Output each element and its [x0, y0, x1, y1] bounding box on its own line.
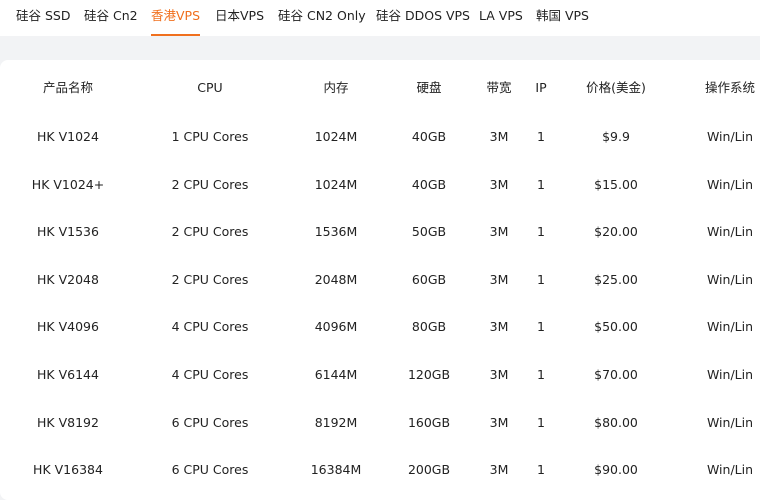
cell-disk: 200GB — [407, 462, 451, 478]
product-tabs: 硅谷 SSD 硅谷 Cn2 香港VPS 日本VPS 硅谷 CN2 Only 硅谷 DDOS… — [0, 0, 760, 36]
cell-disk: 50GB — [411, 224, 447, 240]
cell-memory: 8192M — [314, 414, 358, 430]
pricing-table: 产品名称 CPU 内存 硬盘 带宽 IP 价格(美金) 操作系统 HK V1024 1 CPU C… — [0, 60, 760, 500]
cell-price: $15.00 — [594, 176, 638, 192]
cell-memory: 1536M — [314, 224, 358, 240]
cell-price: $9.9 — [602, 129, 630, 144]
cell-os: Win/Lin — [706, 367, 754, 382]
cell-cpu: 2 CPU Cores — [171, 224, 249, 240]
cell-product-name: HK V16384 — [33, 462, 103, 478]
header-ip: IP — [535, 80, 547, 95]
cell-cpu: 6 CPU Cores — [171, 414, 249, 430]
cell-bandwidth: 3M — [489, 271, 509, 287]
cell-cpu: 1 CPU Cores — [171, 129, 249, 144]
cell-ip: 1 — [537, 224, 545, 240]
cell-product-name: HK V1536 — [37, 224, 99, 240]
cell-price: $70.00 — [594, 367, 638, 382]
cell-memory: 1024M — [314, 176, 358, 192]
header-price: 价格(美金) — [586, 80, 646, 95]
cell-os: Win/Lin — [706, 176, 754, 192]
header-disk: 硬盘 — [416, 80, 442, 95]
cell-price: $90.00 — [594, 462, 638, 478]
cell-product-name: HK V8192 — [37, 414, 99, 430]
header-os: 操作系统 — [704, 80, 756, 95]
cell-cpu: 2 CPU Cores — [171, 271, 249, 287]
tab-silicon-valley-cn2-only[interactable]: 硅谷 CN2 Only — [278, 0, 366, 36]
cell-os: Win/Lin — [706, 129, 754, 144]
cell-ip: 1 — [537, 367, 545, 382]
cell-bandwidth: 3M — [489, 367, 509, 382]
cell-disk: 160GB — [407, 414, 451, 430]
tab-silicon-valley-ssd[interactable]: 硅谷 SSD — [16, 0, 70, 36]
tab-japan-vps[interactable]: 日本VPS — [215, 0, 264, 36]
cell-os: Win/Lin — [706, 271, 754, 287]
cell-ip: 1 — [537, 319, 545, 335]
cell-product-name: HK V1024+ — [31, 176, 105, 192]
cell-cpu: 4 CPU Cores — [171, 319, 249, 335]
cell-os: Win/Lin — [706, 462, 754, 478]
cell-bandwidth: 3M — [489, 414, 509, 430]
cell-cpu: 4 CPU Cores — [171, 367, 249, 382]
cell-bandwidth: 3M — [489, 224, 509, 240]
tab-silicon-valley-cn2[interactable]: 硅谷 Cn2 — [84, 0, 138, 36]
cell-disk: 60GB — [411, 271, 447, 287]
cell-ip: 1 — [537, 462, 545, 478]
cell-memory: 1024M — [314, 129, 358, 144]
header-memory: 内存 — [323, 80, 349, 95]
cell-bandwidth: 3M — [489, 462, 509, 478]
cell-memory: 4096M — [314, 319, 358, 335]
cell-os: Win/Lin — [706, 319, 754, 335]
header-bandwidth: 带宽 — [486, 80, 512, 95]
cell-disk: 80GB — [411, 319, 447, 335]
cell-ip: 1 — [537, 176, 545, 192]
cell-product-name: HK V2048 — [37, 271, 99, 287]
cell-cpu: 2 CPU Cores — [171, 176, 249, 192]
tab-korea-vps[interactable]: 韩国 VPS — [536, 0, 589, 36]
cell-price: $20.00 — [594, 224, 638, 240]
cell-bandwidth: 3M — [489, 319, 509, 335]
header-cpu: CPU — [197, 80, 223, 95]
tab-silicon-valley-ddos-vps[interactable]: 硅谷 DDOS VPS — [376, 0, 470, 36]
cell-disk: 40GB — [411, 176, 447, 192]
cell-product-name: HK V6144 — [37, 367, 99, 382]
cell-os: Win/Lin — [706, 414, 754, 430]
cell-price: $50.00 — [594, 319, 638, 335]
cell-ip: 1 — [537, 414, 545, 430]
cell-bandwidth: 3M — [489, 176, 509, 192]
cell-memory: 6144M — [314, 367, 358, 382]
cell-cpu: 6 CPU Cores — [171, 462, 249, 478]
tab-la-vps[interactable]: LA VPS — [479, 0, 523, 36]
cell-memory: 2048M — [314, 271, 358, 287]
cell-price: $25.00 — [594, 271, 638, 287]
cell-os: Win/Lin — [706, 224, 754, 240]
cell-memory: 16384M — [310, 462, 362, 478]
cell-product-name: HK V1024 — [37, 129, 99, 144]
header-product-name: 产品名称 — [42, 80, 94, 95]
tab-hong-kong-vps[interactable]: 香港VPS — [151, 0, 201, 36]
cell-ip: 1 — [537, 129, 545, 144]
cell-ip: 1 — [537, 271, 545, 287]
cell-bandwidth: 3M — [489, 129, 509, 144]
cell-price: $80.00 — [594, 414, 638, 430]
cell-product-name: HK V4096 — [37, 319, 99, 335]
cell-disk: 40GB — [411, 129, 447, 144]
cell-disk: 120GB — [407, 367, 451, 382]
